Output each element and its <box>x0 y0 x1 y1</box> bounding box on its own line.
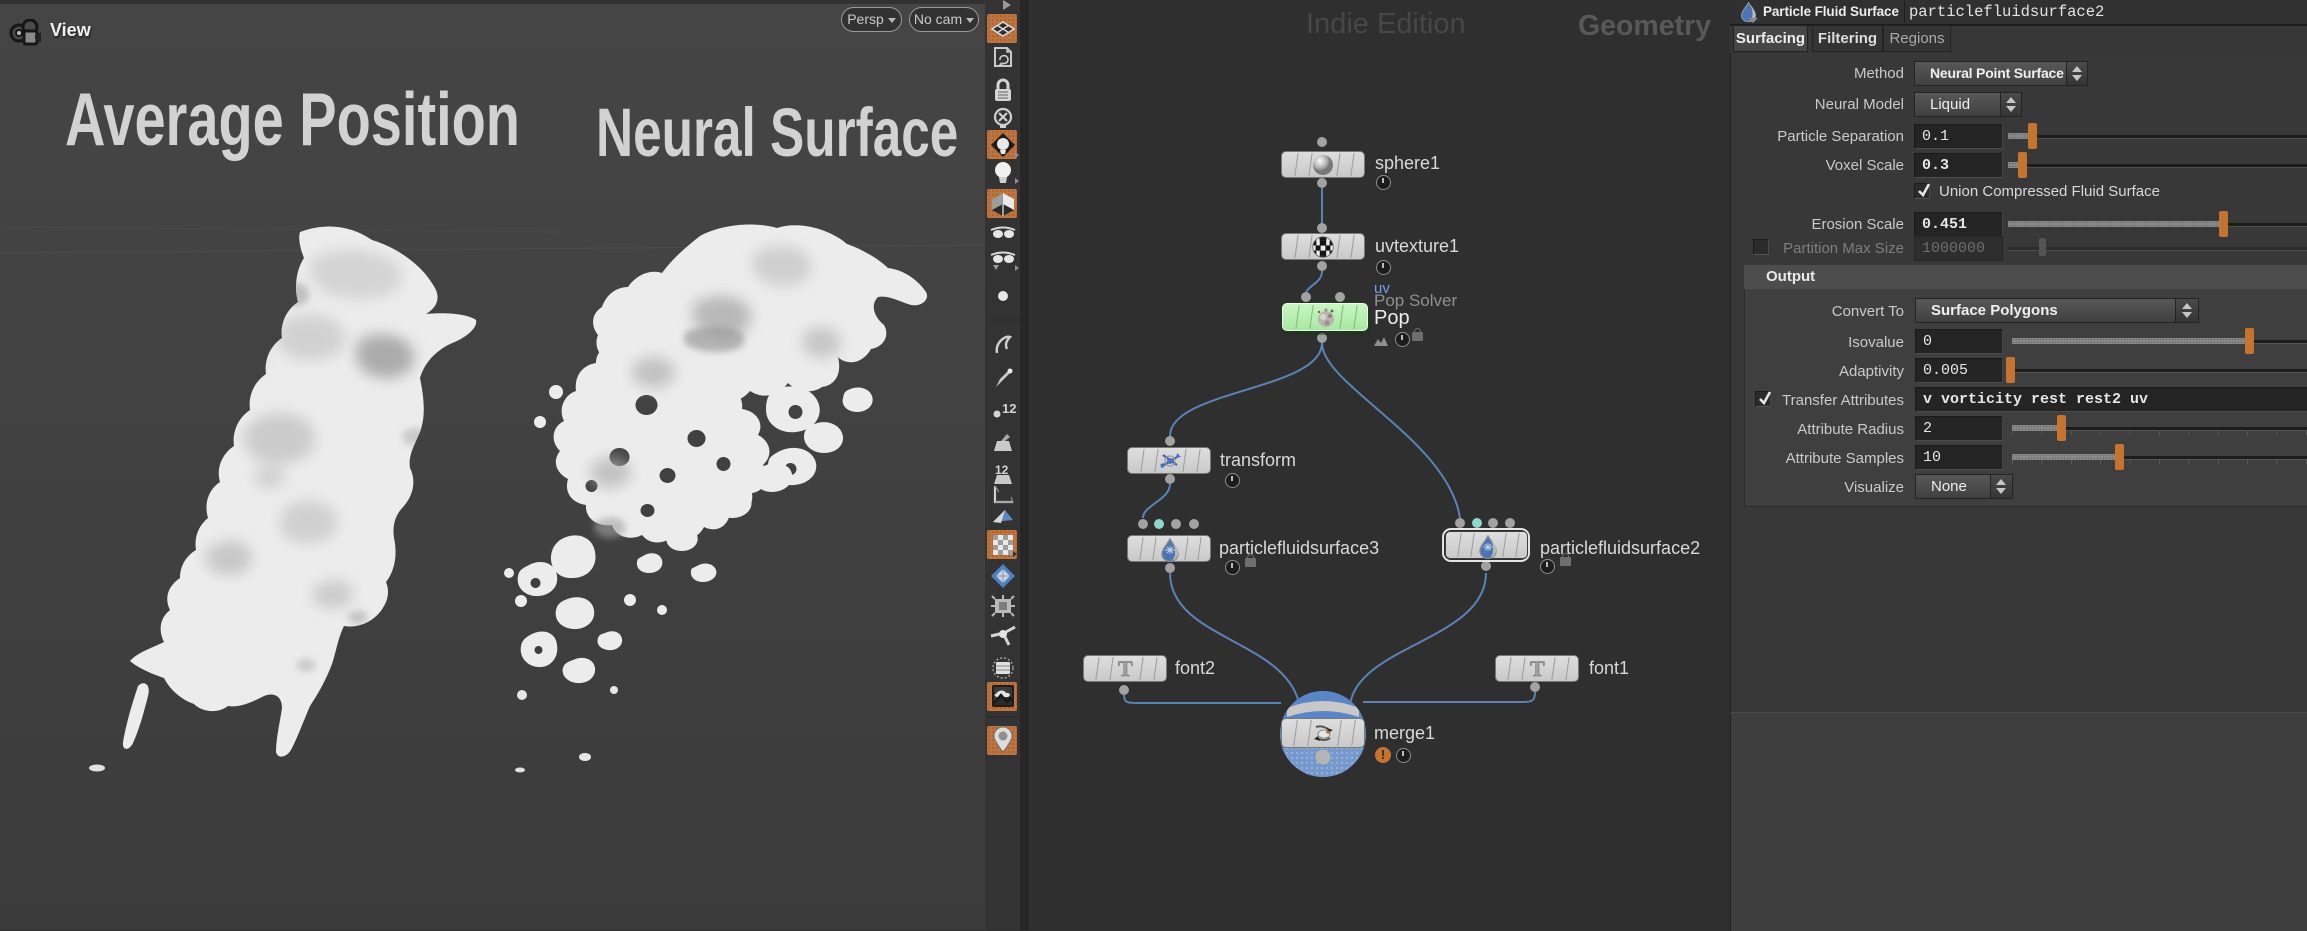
svg-text:T: T <box>1530 658 1545 680</box>
svg-text:12: 12 <box>1002 401 1016 416</box>
svg-text:T: T <box>1118 658 1133 680</box>
svg-text:12: 12 <box>995 463 1009 477</box>
